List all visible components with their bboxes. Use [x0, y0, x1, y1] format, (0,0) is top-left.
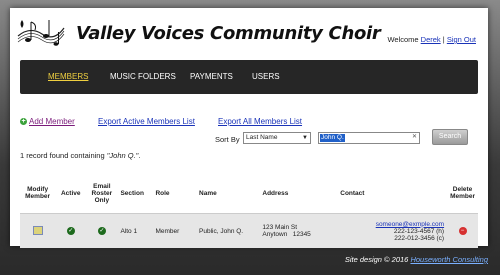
sort-by-label: Sort By [215, 135, 240, 144]
col-header-contact: Contact [337, 173, 448, 214]
check-icon: ✓ [97, 227, 106, 235]
email-link[interactable]: someone@exmple.com [376, 221, 444, 228]
cell-active: ✓ [55, 213, 87, 248]
clear-search-icon[interactable]: ✕ [412, 133, 417, 140]
cell-section: Alto 1 [117, 213, 153, 248]
page-container: Valley Voices Community Choir Welcome De… [10, 8, 488, 248]
welcome-bar: Welcome Derek | Sign Out [387, 35, 476, 44]
members-table-wrapper: Modify Member Active Email Roster Only S… [20, 173, 478, 248]
col-header-address: Address [259, 173, 338, 214]
address-line-2: Anytown 12345 [262, 231, 311, 238]
search-input-value: John Q. [320, 134, 345, 142]
col-header-active: Active [55, 173, 87, 214]
members-table: Modify Member Active Email Roster Only S… [20, 173, 478, 248]
cell-contact: someone@exmple.com 222-123-4567 (h) 222-… [337, 213, 448, 248]
phone-cell: 222-012-3456 (c) [394, 234, 445, 242]
edit-icon[interactable] [32, 225, 43, 235]
nav-item-members[interactable]: MEMBERS [48, 72, 88, 81]
cell-delete: − [447, 213, 478, 248]
cell-modify [20, 213, 56, 248]
export-active-members-link[interactable]: Export Active Members List [98, 117, 195, 126]
welcome-label: Welcome [387, 35, 419, 44]
user-name-link[interactable]: Derek [421, 35, 441, 44]
nav-item-payments[interactable]: PAYMENTS [190, 72, 233, 81]
page-title: Valley Voices Community Choir [76, 23, 381, 44]
results-summary-suffix: . [138, 151, 141, 160]
col-header-email-roster: Email Roster Only [86, 173, 118, 214]
nav-item-users[interactable]: USERS [252, 72, 280, 81]
table-header-row: Modify Member Active Email Roster Only S… [20, 173, 478, 214]
col-header-section: Section [117, 173, 153, 214]
check-icon: ✓ [66, 227, 75, 235]
results-summary-prefix: 1 record found containing [20, 151, 105, 160]
delete-icon[interactable]: − [458, 227, 467, 235]
main-nav: MEMBERS MUSIC FOLDERS PAYMENTS USERS [20, 60, 478, 94]
cell-email-roster: ✓ [86, 213, 118, 248]
music-notes-logo-icon [17, 20, 65, 46]
export-all-members-link[interactable]: Export All Members List [218, 117, 302, 126]
cell-role: Member [152, 213, 197, 248]
site-footer: Site design © 2016 Houseworth Consulting [345, 255, 488, 264]
cell-address: 123 Main St Anytown 12345 [259, 213, 338, 248]
nav-item-music-folders[interactable]: MUSIC FOLDERS [110, 72, 176, 81]
sort-by-value: Last Name [246, 134, 278, 141]
col-header-delete: Delete Member [447, 173, 478, 214]
sort-by-select[interactable]: Last Name ▼ [243, 132, 311, 144]
welcome-separator: | [442, 35, 445, 44]
results-summary-query: "John Q." [106, 151, 139, 160]
results-summary: 1 record found containing "John Q.". [20, 151, 140, 160]
col-header-role: Role [152, 173, 197, 214]
sign-out-link[interactable]: Sign Out [447, 35, 476, 44]
footer-text: Site design © 2016 [344, 255, 409, 264]
footer-credit-link[interactable]: Houseworth Consulting [410, 255, 488, 264]
address-line-1: 123 Main St [262, 224, 298, 231]
chevron-down-icon: ▼ [302, 135, 308, 141]
add-member-label[interactable]: Add Member [29, 117, 75, 126]
phone-home: 222-123-4567 (h) [393, 227, 445, 235]
add-member-button[interactable]: + Add Member [20, 117, 75, 126]
table-row: ✓ ✓ Alto 1 Member Public, John Q. 123 Ma… [20, 213, 478, 248]
search-button[interactable]: Search [432, 129, 468, 145]
search-input[interactable]: John Q. ✕ [318, 132, 420, 144]
col-header-name: Name [196, 173, 260, 214]
cell-name: Public, John Q. [196, 213, 260, 248]
plus-icon: + [20, 118, 27, 126]
col-header-modify: Modify Member [20, 173, 56, 214]
